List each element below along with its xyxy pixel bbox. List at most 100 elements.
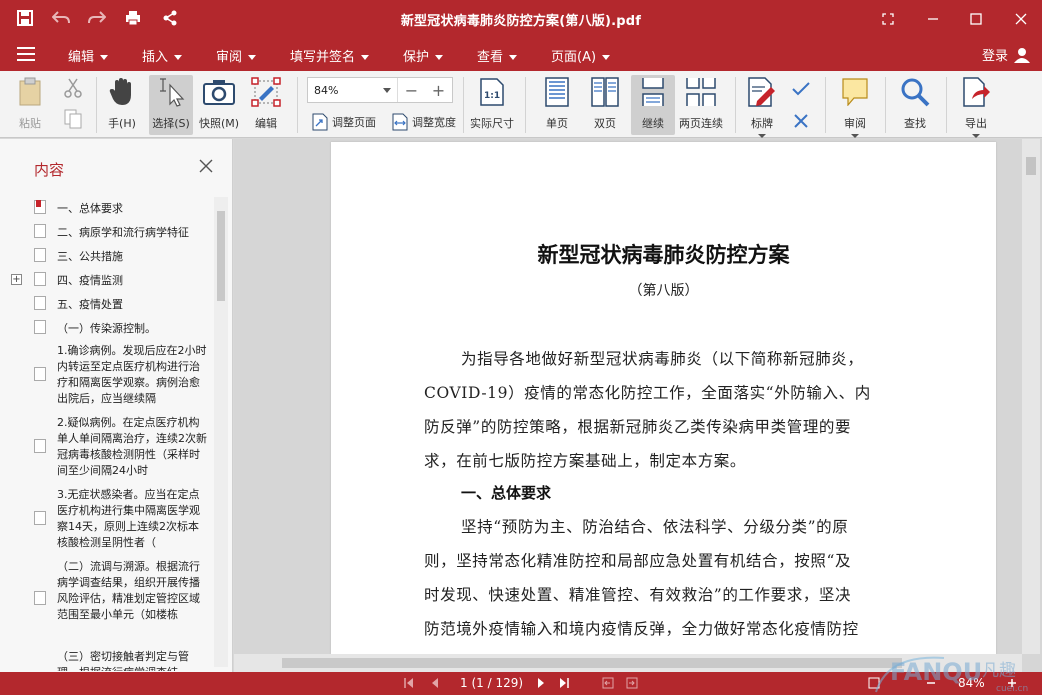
toc-item[interactable]: 3.无症状感染者。应当在定点医疗机构进行集中隔离医学观察14天，原则上连续2次标… (0, 487, 213, 551)
close-icon[interactable] (199, 159, 215, 175)
toc-item[interactable]: （二）流调与溯源。根据流行病学调查结果，组织开展传播风险评估，精准划定管控区域范… (0, 559, 213, 639)
toc-item-label: 二、病原学和流行病学特征 (57, 226, 189, 239)
two-page-continuous-icon (683, 75, 719, 109)
fit-width-button[interactable]: 调整宽度 (392, 113, 456, 131)
copy-button[interactable] (55, 107, 91, 131)
page-back-icon[interactable] (601, 676, 615, 690)
fit-page-button[interactable]: 调整页面 (312, 113, 376, 131)
document-paragraph-line: 为指导各地做好新型冠状病毒肺炎（以下简称新冠肺炎， (461, 350, 864, 368)
sidebar-scrollbar[interactable] (214, 197, 228, 667)
menu-fill-sign[interactable]: 填写并签名 (290, 46, 370, 65)
continuous-label: 继续 (642, 117, 664, 130)
fit-width-label: 调整宽度 (412, 116, 456, 129)
actual-size-button[interactable]: 1:1 实际尺寸 (470, 75, 514, 131)
double-page-button[interactable]: 双页 (587, 75, 623, 131)
page-icon (34, 367, 46, 381)
hamburger-menu-icon[interactable] (17, 47, 35, 61)
camera-icon (201, 75, 237, 109)
double-page-label: 双页 (594, 117, 616, 130)
document-paragraph-line: 防反弹”的防控策略，根据新冠肺炎乙类传染病甲类管理的要 (424, 418, 852, 436)
comment-note-icon (837, 75, 873, 109)
fit-width-icon (392, 113, 408, 131)
toc-item[interactable]: （三）密切接触者判定与管理。根据流行病学调查结 (0, 647, 213, 671)
search-icon (897, 75, 933, 109)
check-icon (791, 79, 811, 99)
separator (946, 77, 947, 133)
snapshot-button[interactable]: 快照(M) (199, 75, 239, 131)
menu-insert[interactable]: 插入 (142, 46, 183, 65)
document-paragraph-line: 时发现、快速处置、精准管控、有效救治”的工作要求，坚决 (424, 586, 852, 604)
previous-page-icon[interactable] (428, 676, 442, 690)
next-page-icon[interactable] (534, 676, 548, 690)
scrollbar-thumb[interactable] (282, 658, 902, 668)
cut-button[interactable] (55, 77, 91, 99)
edit-button[interactable]: 编辑 (248, 75, 284, 131)
menu-page-label: 页面(A) (551, 50, 597, 65)
document-subtitle: （第八版） (628, 283, 699, 299)
reject-button[interactable] (791, 111, 811, 131)
scrollbar-thumb[interactable] (217, 211, 225, 301)
review-button[interactable]: 审阅 (837, 75, 873, 138)
export-icon (958, 75, 994, 109)
paste-label: 粘贴 (19, 117, 41, 130)
menu-view[interactable]: 查看 (477, 46, 518, 65)
separator (885, 77, 886, 133)
zoom-select[interactable]: 84% (308, 78, 398, 102)
page-forward-icon[interactable] (625, 676, 639, 690)
minimize-icon[interactable] (922, 8, 944, 30)
two-page-continuous-button[interactable]: 两页连续 (679, 75, 723, 131)
maximize-icon[interactable] (965, 8, 987, 30)
scissors-icon (55, 77, 91, 99)
hand-icon (104, 75, 140, 109)
stamp-button[interactable]: 标牌 (744, 75, 780, 138)
chevron-down-icon (851, 134, 859, 138)
toc-item-label: 3.无症状感染者。应当在定点医疗机构进行集中隔离医学观察14天，原则上连续2次标… (57, 488, 200, 549)
menu-review-label: 审阅 (216, 50, 243, 65)
find-button[interactable]: 查找 (897, 75, 933, 131)
user-icon (1014, 47, 1030, 63)
separator (825, 77, 826, 133)
toc-item-label: 三、公共措施 (57, 250, 123, 263)
snapshot-label: 快照(M) (199, 117, 240, 130)
export-button[interactable]: 导出 (958, 75, 994, 138)
accept-button[interactable] (791, 79, 811, 99)
page-icon (34, 272, 46, 286)
last-page-icon[interactable] (557, 676, 571, 690)
menu-fill-sign-label: 填写并签名 (290, 50, 356, 65)
menu-edit[interactable]: 编辑 (68, 46, 109, 65)
cursor-select-icon (153, 75, 189, 109)
paste-button[interactable]: 粘贴 (12, 75, 48, 131)
toc-item[interactable]: 2.疑似病例。在定点医疗机构单人单间隔离治疗，连续2次新冠病毒核酸检测阴性（采样… (0, 415, 213, 479)
first-page-icon[interactable] (402, 676, 416, 690)
fullscreen-icon[interactable] (877, 8, 899, 30)
toc-item-label: （一）传染源控制。 (57, 322, 156, 335)
menu-protect[interactable]: 保护 (403, 46, 444, 65)
separator (463, 77, 464, 133)
single-page-button[interactable]: 单页 (539, 75, 575, 131)
close-window-icon[interactable] (1010, 8, 1032, 30)
toc-item-label: （二）流调与溯源。根据流行病学调查结果，组织开展传播风险评估，精准划定管控区域范… (57, 560, 200, 621)
expand-plus-icon[interactable]: + (11, 274, 22, 285)
zoom-out-button[interactable]: − (398, 81, 425, 100)
toc-item-label: （三）密切接触者判定与管理。根据流行病学调查结 (57, 650, 189, 671)
zoom-in-button[interactable]: + (425, 81, 452, 100)
hand-tool-button[interactable]: 手(H) (104, 75, 140, 131)
continuous-button[interactable]: 继续 (631, 75, 675, 135)
menu-page[interactable]: 页面(A) (551, 46, 611, 65)
page-icon (34, 224, 46, 238)
page-icon (34, 439, 46, 453)
vertical-scrollbar[interactable] (1022, 139, 1040, 654)
sidebar-title: 内容 (34, 161, 65, 179)
continuous-page-icon (635, 75, 671, 109)
pdf-page[interactable]: 新型冠状病毒肺炎防控方案 （第八版） 为指导各地做好新型冠状病毒肺炎（以下简称新… (331, 142, 996, 654)
toc-item-label: 一、总体要求 (57, 202, 123, 215)
select-tool-button[interactable]: 选择(S) (149, 75, 193, 135)
login-button[interactable]: 登录 (982, 45, 1030, 64)
document-paragraph-line: 坚持“预防为主、防治结合、依法科学、分级分类”的原 (461, 518, 849, 536)
toc-item[interactable]: 1.确诊病例。发现后应在2小时内转运至定点医疗机构进行治疗和隔离医学观察。病例治… (0, 343, 213, 407)
document-paragraph-line: 则，坚持常态化精准防控和局部应急处置有机结合，按照“及 (424, 552, 852, 570)
scrollbar-thumb[interactable] (1026, 157, 1036, 175)
page-icon (34, 591, 46, 605)
page-indicator[interactable]: 1 (1 / 129) (460, 676, 523, 690)
menu-review[interactable]: 审阅 (216, 46, 257, 65)
